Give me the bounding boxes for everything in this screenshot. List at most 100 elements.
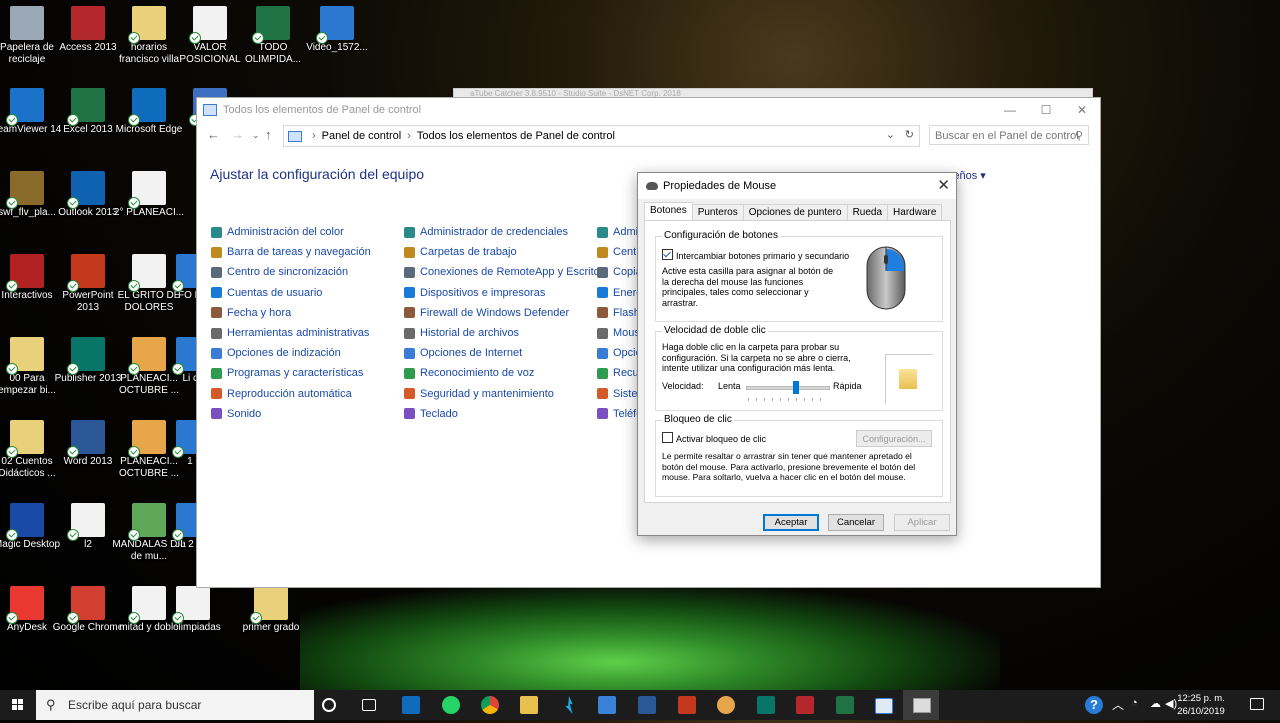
l2-icon <box>67 503 105 541</box>
control-panel-item-col2-2[interactable]: Conexiones de RemoteApp y Escrito... <box>404 262 609 282</box>
control-panel-item-label: Barra de tareas y navegación <box>227 246 371 259</box>
cloud-icon[interactable]: ☁ <box>1150 697 1161 710</box>
control-panel-item-col1-0[interactable]: Administración del color <box>211 222 371 242</box>
window-title: Todos los elementos de Panel de control <box>223 104 422 116</box>
swap-buttons-checkbox-row[interactable]: Intercambiar botones primario y secundar… <box>662 249 849 261</box>
control-panel-item-col1-6[interactable]: Opciones de indización <box>211 343 371 363</box>
store-icon[interactable] <box>598 696 616 714</box>
sync-check-icon <box>6 280 18 292</box>
whatsapp-icon[interactable] <box>442 696 460 714</box>
desktop-icon-olimpiadas[interactable]: olimpiadas <box>172 586 221 634</box>
control-panel-item-label: Teclado <box>420 407 458 420</box>
control-panel-item-label: Fecha y hora <box>227 306 292 319</box>
double-click-speed-slider[interactable] <box>746 381 830 394</box>
refresh-icon[interactable]: ↻ <box>905 128 914 141</box>
control-panel-item-icon <box>597 246 608 258</box>
edge-icon[interactable] <box>402 696 420 714</box>
apply-button[interactable]: Aplicar <box>894 514 950 531</box>
click-lock-checkbox-row[interactable]: Activar bloqueo de clic <box>662 432 766 444</box>
items-column-2: Administrador de credenciales Carpetas de… <box>404 222 609 424</box>
control-panel-search-input[interactable]: Buscar en el Panel de control ⚲ <box>929 125 1089 145</box>
control-panel-item-col2-7[interactable]: Reconocimiento de voz <box>404 363 609 383</box>
desktop-icon-label: primer grado <box>242 622 300 633</box>
mouse-properties-dialog: Propiedades de Mouse ✕ Botones Punteros … <box>637 172 957 536</box>
control-panel-item-label: Seguridad y mantenimiento <box>420 387 554 400</box>
taskbar-search-placeholder: Escribe aquí para buscar <box>68 698 202 712</box>
taskbar-active-app[interactable] <box>903 690 939 720</box>
breadcrumb-control-panel[interactable]: Panel de control <box>322 130 402 142</box>
desktop-icon-todo-olimpiada[interactable]: TODO OLIMPIDA... <box>236 6 310 66</box>
control-panel-item-label: Historial de archivos <box>420 327 520 340</box>
control-panel-item-col1-8[interactable]: Reproducción automática <box>211 384 371 404</box>
forward-arrow-icon[interactable]: → <box>231 127 244 142</box>
control-panel-item-col2-8[interactable]: Seguridad y mantenimiento <box>404 384 609 404</box>
sync-check-icon <box>172 612 184 624</box>
minimize-button[interactable]: — <box>992 98 1028 122</box>
desktop-icon-primer-grado[interactable]: primer grado <box>234 586 308 634</box>
start-button[interactable] <box>0 690 36 720</box>
dialog-close-button[interactable]: ✕ <box>937 176 950 194</box>
control-panel-item-icon <box>404 307 415 319</box>
control-panel-item-col1-1[interactable]: Barra de tareas y navegación <box>211 242 371 262</box>
maximize-button[interactable]: ☐ <box>1028 98 1064 122</box>
control-panel-item-col2-3[interactable]: Dispositivos e impresoras <box>404 283 609 303</box>
clock-time: 12:25 p. m. <box>1177 693 1225 704</box>
control-panel-item-col1-7[interactable]: Programas y características <box>211 363 371 383</box>
recent-dropdown-icon[interactable]: ⌄ <box>252 130 260 141</box>
control-panel-item-col1-9[interactable]: Sonido <box>211 404 371 424</box>
control-panel-item-col1-2[interactable]: Centro de sincronización <box>211 262 371 282</box>
search-icon: ⚲ <box>46 697 56 712</box>
control-panel-item-icon <box>597 226 608 238</box>
control-panel-item-icon <box>597 347 608 359</box>
breadcrumb-all-items[interactable]: Todos los elementos de Panel de control <box>417 130 615 142</box>
close-button[interactable]: ✕ <box>1064 98 1100 122</box>
olimpiadas-icon <box>172 586 210 624</box>
folder-icon[interactable] <box>899 369 917 389</box>
excel-icon[interactable] <box>836 696 854 714</box>
tab-botones[interactable]: Botones <box>644 202 693 222</box>
dialog-titlebar[interactable]: Propiedades de Mouse <box>638 173 956 199</box>
publisher-icon[interactable] <box>757 696 775 714</box>
control-panel-item-col2-0[interactable]: Administrador de credenciales <box>404 222 609 242</box>
desktop-icon-planeacion-2[interactable]: 2° PLANEACI... <box>112 171 186 219</box>
control-panel-item-col2-9[interactable]: Teclado <box>404 404 609 424</box>
powerpoint-icon[interactable] <box>678 696 696 714</box>
address-bar[interactable]: › Panel de control › Todos los elementos… <box>283 125 920 147</box>
cortana-icon[interactable] <box>322 698 336 712</box>
file-explorer-icon[interactable] <box>520 696 538 714</box>
control-panel-item-col2-1[interactable]: Carpetas de trabajo <box>404 242 609 262</box>
chrome-icon[interactable] <box>481 696 499 714</box>
google-chrome-icon <box>67 586 105 624</box>
speed-slider-thumb[interactable] <box>793 381 800 394</box>
control-panel-item-col1-4[interactable]: Fecha y hora <box>211 303 371 323</box>
up-arrow-icon[interactable]: ↑ <box>265 127 272 142</box>
notifications-icon[interactable] <box>1250 698 1264 710</box>
ok-button[interactable]: Aceptar <box>763 514 819 531</box>
click-lock-checkbox[interactable] <box>662 432 673 443</box>
desktop-icon-video[interactable]: Video_1572... <box>300 6 374 54</box>
chevron-up-icon[interactable]: ︿ <box>1112 696 1124 713</box>
control-panel-item-col1-5[interactable]: Herramientas administrativas <box>211 323 371 343</box>
background-window-title[interactable]: aTube Catcher 3.8.9510 - Studio Suite - … <box>453 88 1093 97</box>
control-panel-titlebar[interactable]: Todos los elementos de Panel de control <box>197 98 1100 122</box>
test-folder-area[interactable] <box>885 354 933 404</box>
task-view-icon[interactable] <box>362 699 376 711</box>
wifi-icon[interactable]: ◔ <box>1131 697 1138 709</box>
word-icon[interactable] <box>638 696 656 714</box>
app-icon[interactable] <box>717 696 735 714</box>
clock[interactable]: 12:25 p. m. 26/10/2019 <box>1170 692 1232 718</box>
taskbar-search-box[interactable]: ⚲ Escribe aquí para buscar <box>36 690 314 720</box>
control-panel-item-col1-3[interactable]: Cuentas de usuario <box>211 283 371 303</box>
swap-buttons-checkbox[interactable] <box>662 249 673 260</box>
cancel-button[interactable]: Cancelar <box>828 514 884 531</box>
flashget-icon[interactable] <box>565 696 573 714</box>
control-panel-item-col2-4[interactable]: Firewall de Windows Defender <box>404 303 609 323</box>
chevron-down-icon[interactable]: ⌄ <box>886 128 895 141</box>
back-arrow-icon[interactable]: ← <box>207 127 220 142</box>
help-icon[interactable]: ? <box>1085 696 1103 714</box>
click-lock-settings-button[interactable]: Configuración... <box>856 430 932 447</box>
control-panel-taskbar-icon[interactable] <box>875 698 893 714</box>
control-panel-item-col2-6[interactable]: Opciones de Internet <box>404 343 609 363</box>
control-panel-item-col2-5[interactable]: Historial de archivos <box>404 323 609 343</box>
access-icon[interactable] <box>796 696 814 714</box>
